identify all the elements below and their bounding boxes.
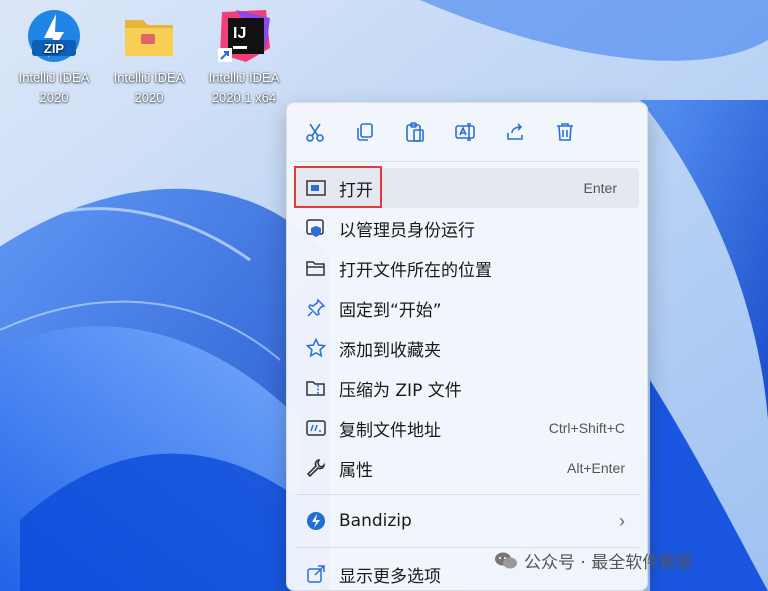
- cut-icon[interactable]: [303, 120, 327, 144]
- ij-badge-text: IJ: [233, 25, 246, 42]
- menu-item-label: 打开文件所在的位置: [339, 260, 492, 281]
- desktop-shortcut-bandizip[interactable]: ZIP IntelliJ IDEA 2020: [8, 8, 100, 108]
- show-more-options-icon: [305, 563, 327, 585]
- menu-item-run-as-admin[interactable]: 以管理员身份运行: [287, 208, 647, 248]
- menu-item-label: 以管理员身份运行: [339, 220, 475, 241]
- folder-open-icon: [305, 257, 327, 279]
- icon-label-line1: IntelliJ IDEA: [113, 70, 185, 85]
- context-menu-toolbar: [287, 103, 647, 161]
- menu-item-shortcut: Enter: [583, 180, 617, 196]
- admin-shield-icon: [305, 217, 327, 239]
- menu-item-properties[interactable]: 属性 Alt+Enter: [287, 448, 647, 488]
- bandizip-icon: [305, 510, 327, 532]
- menu-item-open[interactable]: 打开 Enter: [295, 168, 639, 208]
- menu-item-label: 压缩为 ZIP 文件: [339, 380, 462, 401]
- wechat-icon: [495, 552, 517, 568]
- chevron-right-icon: ›: [619, 510, 625, 531]
- menu-item-pin-to-start[interactable]: 固定到“开始”: [287, 288, 647, 328]
- paste-icon[interactable]: [403, 120, 427, 144]
- menu-item-label: 添加到收藏夹: [339, 340, 441, 361]
- icon-label-line2: 2020: [39, 90, 69, 105]
- menu-item-shortcut: Alt+Enter: [567, 460, 625, 476]
- window-open-icon: [305, 177, 327, 199]
- menu-item-label: 复制文件地址: [339, 420, 441, 441]
- icon-label-line2: 2020.1 x64: [211, 90, 277, 105]
- wechat-watermark: 公众号 · 最全软件管家: [494, 548, 693, 573]
- rename-icon[interactable]: [453, 120, 477, 144]
- copy-path-icon: [305, 417, 327, 439]
- watermark-text: 公众号 · 最全软件管家: [524, 553, 694, 573]
- menu-item-label: Bandizip: [339, 511, 412, 531]
- menu-item-shortcut: Ctrl+Shift+C: [548, 420, 625, 436]
- menu-item-compress-zip[interactable]: 压缩为 ZIP 文件: [287, 368, 647, 408]
- share-icon[interactable]: [503, 120, 527, 144]
- menu-item-label: 打开: [339, 180, 373, 201]
- copy-icon[interactable]: [353, 120, 377, 144]
- menu-item-copy-path[interactable]: 复制文件地址 Ctrl+Shift+C: [287, 408, 647, 448]
- icon-label-line1: IntelliJ IDEA: [208, 70, 280, 85]
- icon-label-line2: 2020: [134, 90, 164, 105]
- pin-icon: [305, 297, 327, 319]
- icon-label-line1: IntelliJ IDEA: [18, 70, 90, 85]
- zip-badge-text: ZIP: [44, 41, 65, 56]
- menu-item-open-file-location[interactable]: 打开文件所在的位置: [287, 248, 647, 288]
- delete-icon[interactable]: [553, 120, 577, 144]
- menu-item-label: 属性: [339, 460, 373, 481]
- desktop-shortcut-intellij[interactable]: IJ IntelliJ IDEA 2020.1 x64: [198, 8, 290, 108]
- menu-item-label: 显示更多选项: [339, 566, 441, 587]
- folder-icon: [121, 8, 177, 64]
- intellij-idea-icon: IJ: [216, 8, 272, 64]
- wrench-icon: [305, 457, 327, 479]
- context-menu: 打开 Enter 以管理员身份运行 打开文件所在的位置 固定到“开始” 添加到收…: [286, 102, 648, 591]
- desktop-folder[interactable]: IntelliJ IDEA 2020: [103, 8, 195, 108]
- bandizip-zip-icon: ZIP: [26, 8, 82, 64]
- menu-item-add-to-favorites[interactable]: 添加到收藏夹: [287, 328, 647, 368]
- star-icon: [305, 337, 327, 359]
- menu-item-label: 固定到“开始”: [339, 300, 442, 321]
- zip-folder-icon: [305, 377, 327, 399]
- menu-item-bandizip[interactable]: Bandizip ›: [287, 501, 647, 541]
